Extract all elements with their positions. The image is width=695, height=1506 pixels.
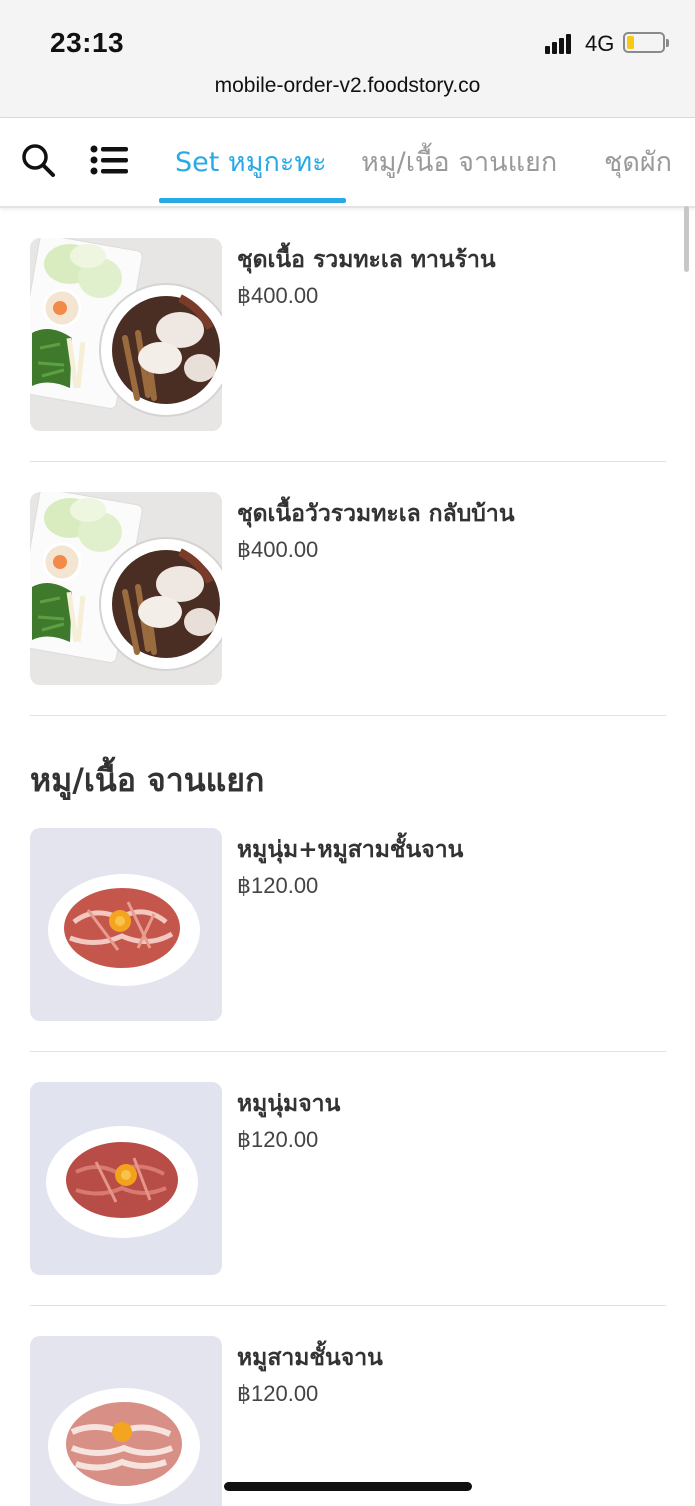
item-price: ฿400.00: [237, 537, 319, 562]
tab-vegetable-set[interactable]: ชุดผัก: [604, 140, 672, 183]
item-price: ฿120.00: [237, 1127, 319, 1152]
food-image: [30, 238, 222, 431]
network-type: 4G: [585, 31, 615, 56]
battery-level: [627, 36, 634, 49]
tab-pork-beef-plate[interactable]: หมู/เนื้อ จานแยก: [361, 140, 557, 183]
item-price: ฿120.00: [237, 1381, 319, 1406]
battery-icon: [623, 32, 669, 53]
status-time: 23:13: [50, 27, 125, 58]
food-image: [30, 1336, 222, 1506]
item-name: หมูนุ่ม+หมูสามชั้นจาน: [237, 837, 464, 863]
menu-item[interactable]: ชุดเนื้อ รวมทะเล ทานร้าน ฿400.00: [30, 208, 666, 462]
item-name: หมูสามชั้นจาน: [237, 1345, 383, 1371]
item-name: ชุดเนื้อวัวรวมทะเล กลับบ้าน: [237, 501, 515, 527]
category-list-icon[interactable]: [90, 142, 130, 178]
menu-item[interactable]: หมูนุ่ม+หมูสามชั้นจาน ฿120.00: [30, 798, 666, 1052]
category-tab-bar: Set หมูกะทะ หมู/เนื้อ จานแยก ชุดผัก: [0, 118, 695, 208]
active-tab-indicator: [159, 198, 346, 203]
home-indicator[interactable]: [224, 1482, 472, 1491]
item-price: ฿120.00: [237, 873, 319, 898]
menu-item[interactable]: ชุดเนื้อวัวรวมทะเล กลับบ้าน ฿400.00: [30, 462, 666, 716]
food-image: [30, 828, 222, 1021]
menu-item[interactable]: หมูนุ่มจาน ฿120.00: [30, 1052, 666, 1306]
item-price: ฿400.00: [237, 283, 319, 308]
search-icon[interactable]: [20, 142, 56, 178]
address-bar-url[interactable]: mobile-order-v2.foodstory.co: [0, 74, 695, 98]
food-image: [30, 492, 222, 685]
item-name: ชุดเนื้อ รวมทะเล ทานร้าน: [237, 247, 496, 273]
tab-set-moo-kata[interactable]: Set หมูกะทะ: [175, 140, 327, 183]
scrollbar[interactable]: [684, 206, 689, 272]
item-name: หมูนุ่มจาน: [237, 1091, 341, 1117]
cellular-signal-icon: [545, 32, 577, 54]
browser-top-bar: 23:13 4G mobile-order-v2.foodstory.co: [0, 0, 695, 118]
food-image: [30, 1082, 222, 1275]
menu-item[interactable]: หมูสามชั้นจาน ฿120.00: [30, 1306, 666, 1506]
